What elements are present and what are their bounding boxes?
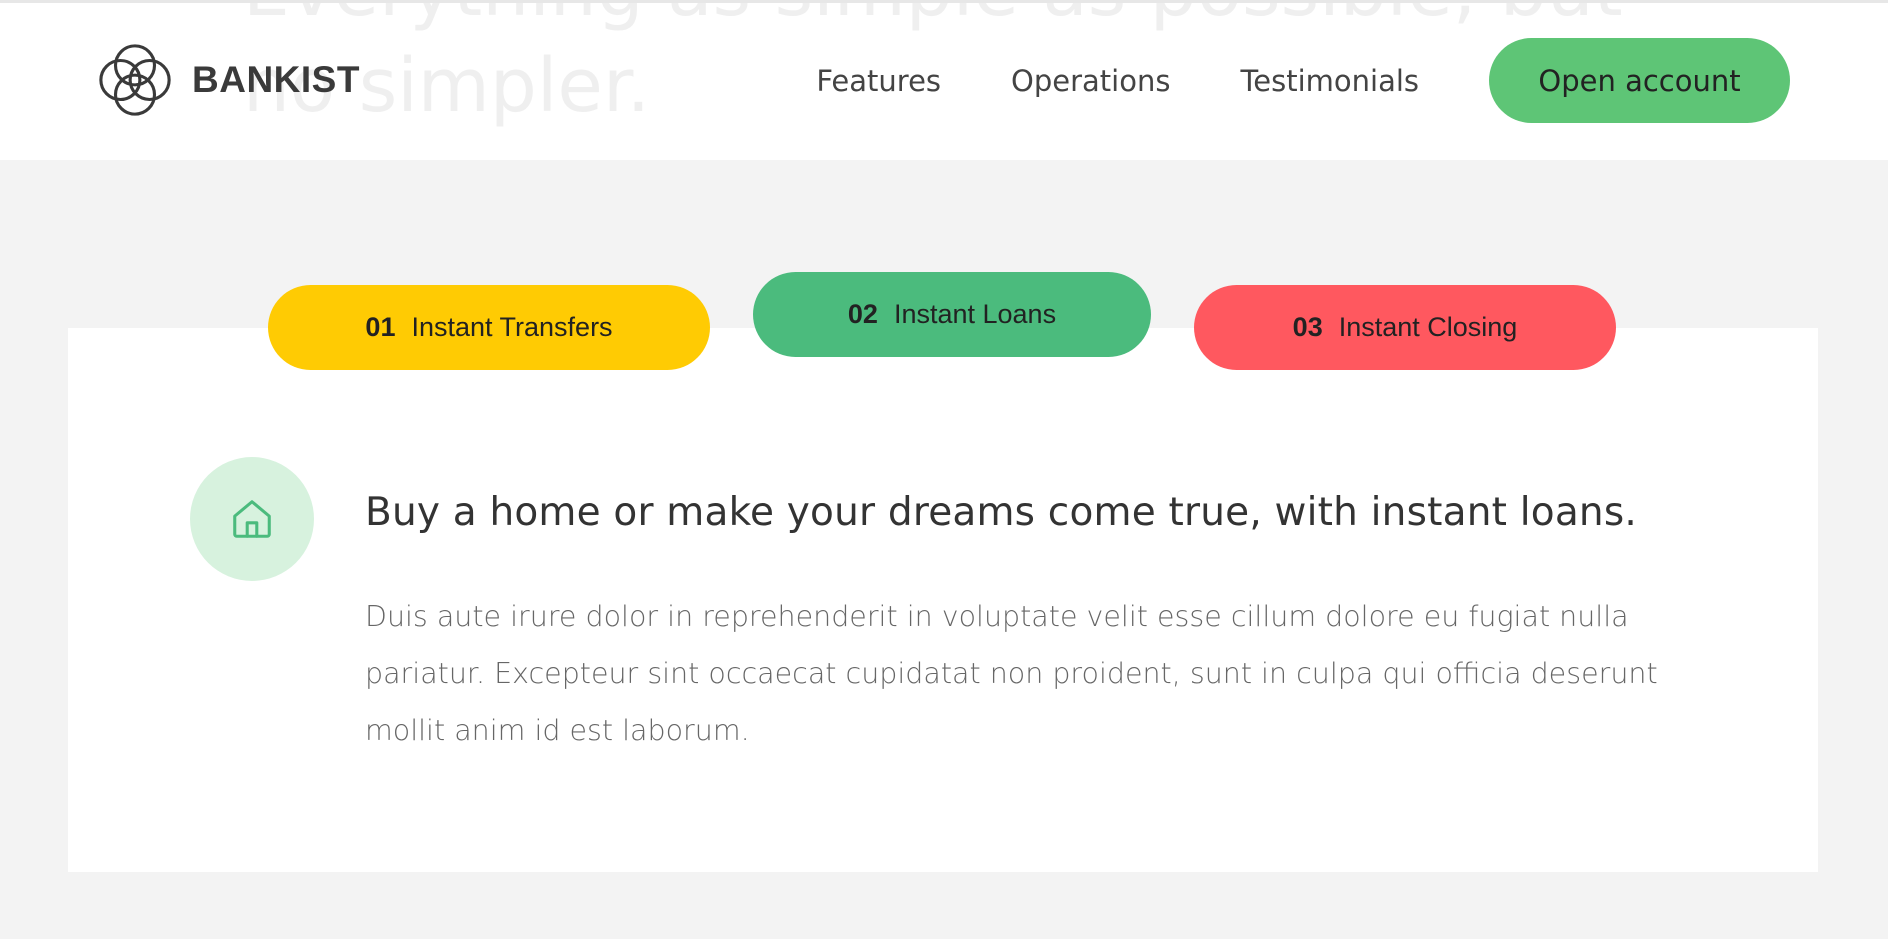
- page: Everything as simple as possible, but no…: [0, 0, 1888, 939]
- tab-label: Instant Transfers: [411, 312, 613, 342]
- content-text: Duis aute irure dolor in reprehenderit i…: [365, 600, 1658, 747]
- tab-label: Instant Closing: [1338, 312, 1518, 342]
- logo-icon: [99, 44, 171, 116]
- tab-number: 03: [1292, 312, 1323, 342]
- top-divider: [0, 0, 1888, 3]
- tab-instant-transfers[interactable]: 01 Instant Transfers: [268, 285, 710, 370]
- tab-label: Instant Loans: [893, 299, 1057, 329]
- nav-link-features[interactable]: Features: [816, 64, 941, 98]
- nav-links: Features Operations Testimonials Open ac…: [816, 38, 1790, 123]
- nav-link-testimonials[interactable]: Testimonials: [1240, 64, 1419, 98]
- nav-link-operations[interactable]: Operations: [1011, 64, 1170, 98]
- tab-number: 01: [365, 312, 396, 342]
- open-account-button[interactable]: Open account: [1489, 38, 1790, 123]
- tab-instant-closing[interactable]: 03 Instant Closing: [1194, 285, 1616, 370]
- logo-text: BANKIST: [192, 59, 360, 100]
- tab-instant-loans[interactable]: 02 Instant Loans: [753, 272, 1151, 357]
- tab-number: 02: [847, 299, 878, 329]
- content-title: Buy a home or make your dreams come true…: [365, 490, 1637, 535]
- logo[interactable]: BANKIST: [96, 41, 360, 119]
- home-icon: [233, 500, 271, 538]
- content-icon-circle: [190, 457, 314, 581]
- navigation-bar: BANKIST Features Operations Testimonials…: [0, 0, 1888, 160]
